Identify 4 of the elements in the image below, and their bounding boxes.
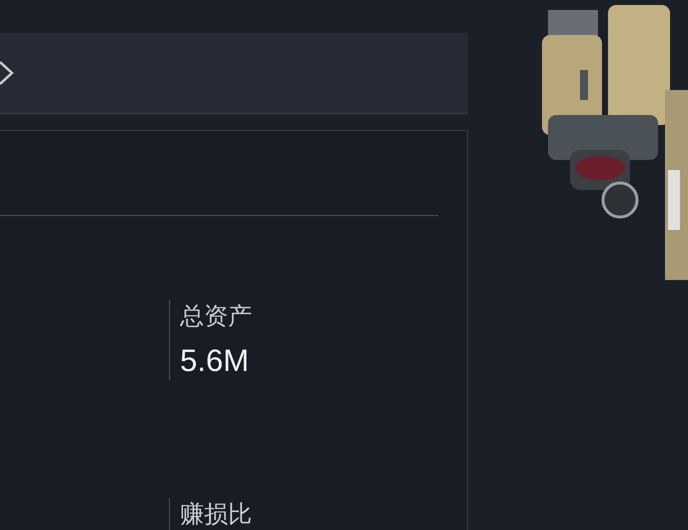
stat-label: 总资产 [180,301,253,332]
stat-value: 5.6M [180,342,250,380]
chevron-right-icon[interactable] [0,58,16,88]
stat-label: 赚损比 [180,499,253,530]
